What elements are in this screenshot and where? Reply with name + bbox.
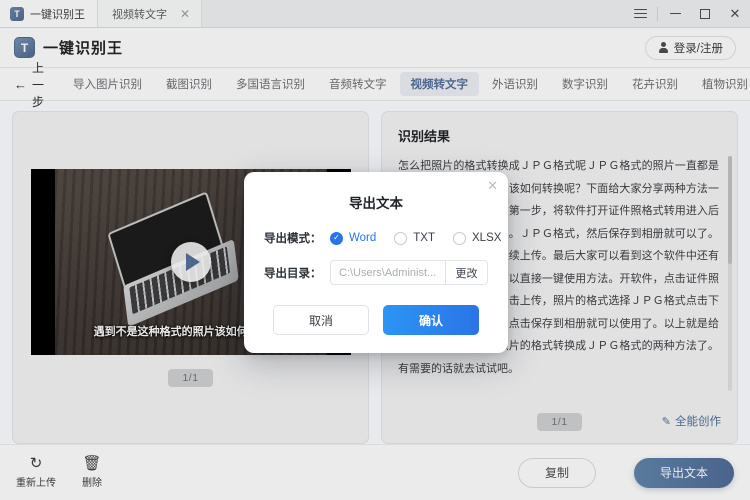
dialog-title: 导出文本 (349, 196, 403, 211)
export-text-dialog: ✕ 导出文本 导出模式： ✓ Word TXT XLSX 导出目录： C:\Us… (244, 172, 508, 353)
radio-word-label: Word (349, 232, 377, 244)
modal-layer: ✕ 导出文本 导出模式： ✓ Word TXT XLSX 导出目录： C:\Us… (0, 0, 750, 500)
radio-xlsx[interactable]: XLSX (453, 231, 502, 245)
radio-xlsx-dot (453, 231, 467, 245)
radio-txt-label: TXT (413, 232, 436, 244)
change-dir-button[interactable]: 更改 (445, 261, 487, 284)
cancel-button[interactable]: 取消 (273, 305, 369, 335)
radio-txt-dot (394, 231, 408, 245)
export-dir-row: 导出目录： C:\Users\Administ... 更改 (264, 260, 488, 285)
export-mode-row: 导出模式： ✓ Word TXT XLSX (264, 230, 501, 246)
export-mode-label: 导出模式： (264, 233, 322, 245)
dialog-actions: 取消 确认 (264, 305, 488, 335)
radio-word[interactable]: ✓ Word (330, 231, 377, 245)
export-dir-field[interactable]: C:\Users\Administ... 更改 (330, 260, 488, 285)
radio-word-dot: ✓ (330, 231, 343, 245)
radio-xlsx-label: XLSX (472, 232, 502, 244)
export-mode-radio-group: ✓ Word TXT XLSX (330, 231, 502, 245)
radio-txt[interactable]: TXT (394, 231, 436, 245)
confirm-button[interactable]: 确认 (383, 305, 479, 335)
export-dir-value: C:\Users\Administ... (339, 266, 437, 279)
dialog-close-icon[interactable]: ✕ (487, 179, 498, 192)
export-dir-label: 导出目录： (264, 267, 322, 280)
